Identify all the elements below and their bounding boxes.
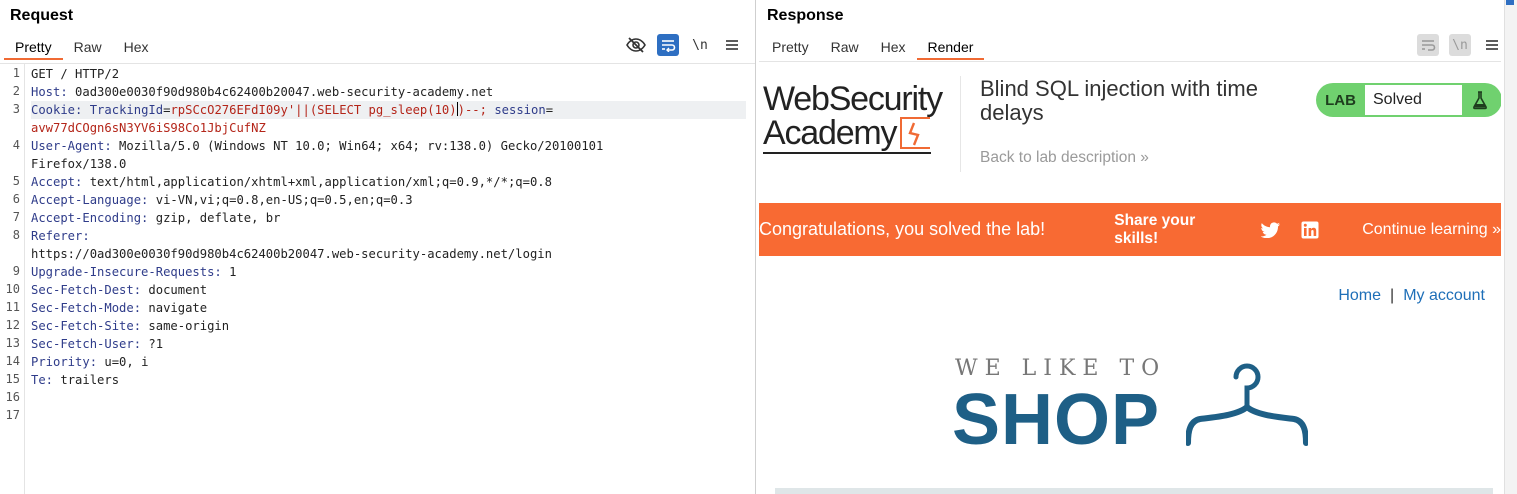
back-to-lab-link[interactable]: Back to lab description » xyxy=(980,149,1149,167)
double-chevron-icon: » xyxy=(1492,220,1501,238)
lab-status-text: Solved xyxy=(1365,85,1462,115)
request-line: Te: trailers xyxy=(31,373,120,387)
line-number: 5 xyxy=(12,174,20,188)
request-line: Firefox/138.0 xyxy=(31,157,127,171)
request-line: Host: 0ad300e0030f90d980b4c62400b20047.w… xyxy=(31,85,494,99)
content-area-top xyxy=(775,488,1493,494)
line-number: 14 xyxy=(5,354,20,368)
line-number: 6 xyxy=(12,192,20,206)
menu-icon[interactable] xyxy=(1481,34,1503,56)
line-number: 8 xyxy=(12,228,20,242)
request-line: Sec-Fetch-Dest: document xyxy=(31,283,208,297)
line-number: 12 xyxy=(5,318,20,332)
line-number: 2 xyxy=(12,84,20,98)
line-number-gutter: 1 2 3 4 5 6 7 8 9 10 11 12 13 14 15 16 1… xyxy=(0,64,25,494)
nav-my-account-link[interactable]: My account xyxy=(1403,287,1485,304)
share-text: Share your skills! xyxy=(1114,211,1196,247)
request-tab-pretty[interactable]: Pretty xyxy=(4,36,63,60)
line-number: 3 xyxy=(12,102,20,116)
back-link-text: Back to lab description xyxy=(980,149,1136,166)
header-divider xyxy=(960,76,961,172)
request-tab-raw[interactable]: Raw xyxy=(63,36,113,60)
request-line: Sec-Fetch-User: ?1 xyxy=(31,337,164,351)
logo-line-2-text: Academy xyxy=(763,114,898,152)
web-security-academy-logo[interactable]: WebSecurity Academy xyxy=(763,80,943,154)
line-number: 10 xyxy=(5,282,20,296)
request-line: Referer: xyxy=(31,229,90,243)
line-number: 1 xyxy=(12,66,20,80)
twitter-icon[interactable] xyxy=(1261,221,1281,238)
response-toolbar: \n xyxy=(1407,34,1503,56)
line-number: 11 xyxy=(5,300,20,314)
line-number: 7 xyxy=(12,210,20,224)
response-tab-render[interactable]: Render xyxy=(916,36,985,60)
wrap-icon[interactable] xyxy=(657,34,679,56)
request-line: https://0ad300e0030f90d980b4c62400b20047… xyxy=(31,247,552,261)
request-line: Upgrade-Insecure-Requests: 1 xyxy=(31,265,237,279)
logo-underline xyxy=(763,152,931,154)
congrats-text: Congratulations, you solved the lab! xyxy=(759,219,1046,239)
nav-separator: | xyxy=(1390,287,1395,304)
line-number: 17 xyxy=(5,408,20,422)
line-number: 4 xyxy=(12,138,20,152)
request-pane: Request Pretty Raw Hex \n 1 2 3 4 5 6 7 … xyxy=(0,0,756,494)
request-tabs: Pretty Raw Hex xyxy=(4,36,160,60)
request-line: Priority: u=0, i xyxy=(31,355,149,369)
cookie-line: Cookie: TrackingId=rpSCcO276EFdI09y'||(S… xyxy=(31,101,746,119)
response-tab-pretty[interactable]: Pretty xyxy=(761,36,820,60)
request-line: avw77dCOgn6sN3YV6iS98Co1JbjCufNZ xyxy=(31,121,266,135)
solved-banner: Congratulations, you solved the lab! Sha… xyxy=(759,203,1501,256)
wrap-icon[interactable] xyxy=(1417,34,1439,56)
response-pane: Response Pretty Raw Hex Render \n WebSec… xyxy=(757,0,1517,494)
request-line: GET / HTTP/2 xyxy=(31,67,120,81)
eye-off-icon[interactable] xyxy=(625,34,647,56)
logo-line-1: WebSecurity xyxy=(763,80,943,118)
rendered-response: WebSecurity Academy Blind SQL injection … xyxy=(759,61,1501,494)
request-line: User-Agent: Mozilla/5.0 (Windows NT 10.0… xyxy=(31,139,604,153)
request-editor[interactable]: 1 2 3 4 5 6 7 8 9 10 11 12 13 14 15 16 1… xyxy=(0,63,755,494)
line-number: 16 xyxy=(5,390,20,404)
newline-toggle[interactable]: \n xyxy=(689,34,711,56)
continue-learning-link[interactable]: Continue learning » xyxy=(1362,221,1501,239)
lab-title: Blind SQL injection with time delays xyxy=(980,76,1258,125)
nav-home-link[interactable]: Home xyxy=(1338,287,1381,304)
request-line: Accept-Language: vi-VN,vi;q=0.8,en-US;q=… xyxy=(31,193,413,207)
flask-icon xyxy=(1462,85,1498,115)
vertical-scrollbar[interactable] xyxy=(1504,0,1517,494)
linkedin-icon[interactable] xyxy=(1301,221,1319,239)
request-line: Sec-Fetch-Site: same-origin xyxy=(31,319,230,333)
scrollbar-thumb[interactable] xyxy=(1506,0,1514,5)
request-toolbar: \n xyxy=(615,34,743,56)
hanger-icon xyxy=(1185,355,1309,452)
newline-toggle[interactable]: \n xyxy=(1449,34,1471,56)
response-title: Response xyxy=(767,7,844,24)
line-number: 13 xyxy=(5,336,20,350)
request-line: Accept-Encoding: gzip, deflate, br xyxy=(31,211,281,225)
top-nav: Home | My account xyxy=(1338,287,1485,305)
logo-mark-icon xyxy=(900,117,931,149)
response-tabs: Pretty Raw Hex Render xyxy=(761,36,985,60)
menu-icon[interactable] xyxy=(721,34,743,56)
line-number: 9 xyxy=(12,264,20,278)
double-chevron-icon: » xyxy=(1140,149,1149,166)
shop-logo-text: SHOP xyxy=(952,380,1161,460)
response-tab-raw[interactable]: Raw xyxy=(820,36,870,60)
request-tab-hex[interactable]: Hex xyxy=(113,36,160,60)
request-line: Accept: text/html,application/xhtml+xml,… xyxy=(31,175,552,189)
lab-badge-label: LAB xyxy=(1325,91,1356,109)
request-title: Request xyxy=(10,7,74,24)
response-tab-hex[interactable]: Hex xyxy=(870,36,917,60)
continue-learning-text: Continue learning xyxy=(1362,220,1488,238)
line-number: 15 xyxy=(5,372,20,386)
lab-status-badge: LAB Solved xyxy=(1316,83,1501,117)
shop-tagline: WE LIKE TO xyxy=(955,356,1167,381)
logo-line-2: Academy xyxy=(763,116,942,150)
request-line: Sec-Fetch-Mode: navigate xyxy=(31,301,208,315)
